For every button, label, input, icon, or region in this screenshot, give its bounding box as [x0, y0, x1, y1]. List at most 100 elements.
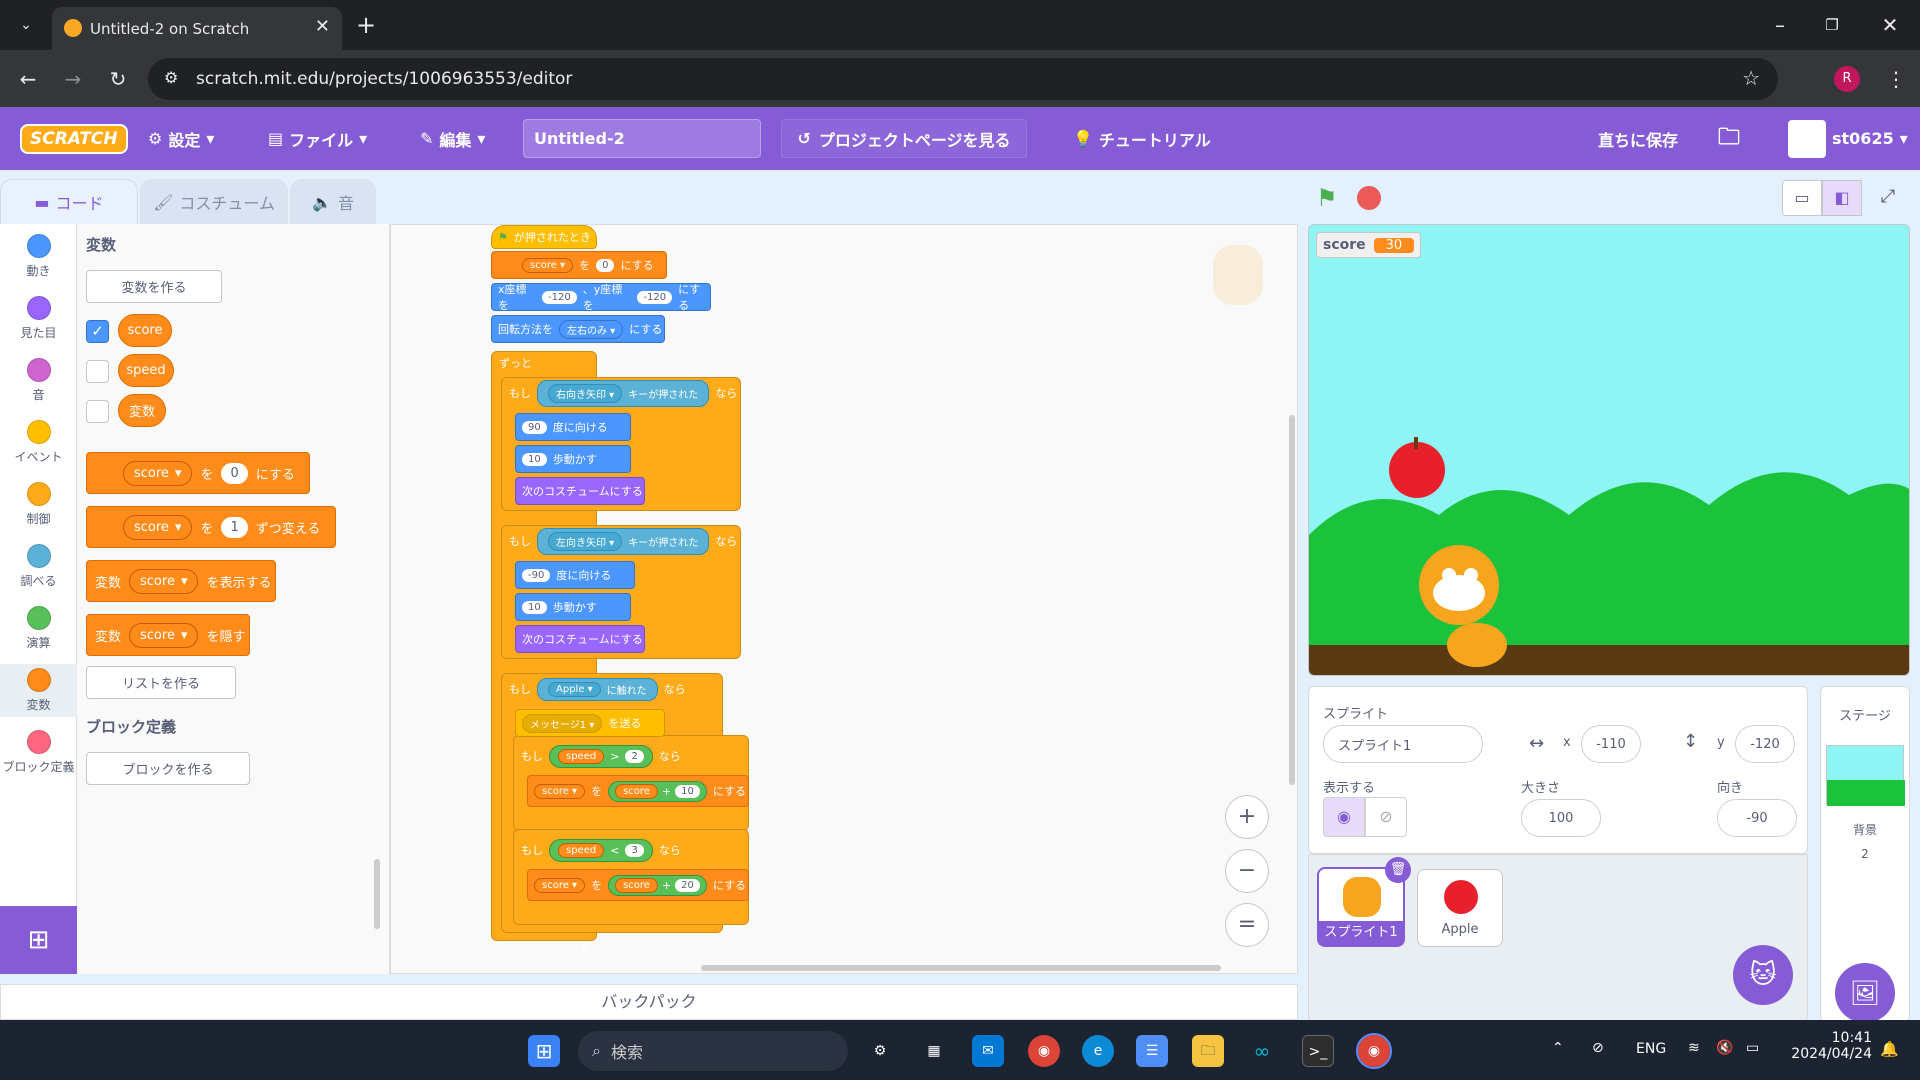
key-pressed-sensing[interactable]: 左向き矢印 ▾ キーが押された: [537, 527, 710, 555]
make-list-button[interactable]: リストを作る: [86, 666, 236, 699]
speed-reporter[interactable]: speed: [118, 354, 174, 387]
variable-dropdown[interactable]: score ▾: [129, 622, 199, 648]
settings-app-icon[interactable]: ⚙: [864, 1035, 896, 1067]
address-bar[interactable]: ⚙ scratch.mit.edu/projects/1006963553/ed…: [148, 58, 1778, 100]
direction-input[interactable]: -90: [1717, 799, 1797, 837]
speed-checkbox[interactable]: [86, 360, 109, 383]
zoom-out-button[interactable]: −: [1225, 849, 1269, 893]
category-control[interactable]: 制御: [0, 482, 77, 527]
browser-menu-icon[interactable]: ⋮: [1876, 59, 1916, 99]
sprite-name-input[interactable]: スプライト1: [1323, 725, 1483, 763]
point-direction-90-block[interactable]: 90 度に向ける: [515, 413, 631, 441]
tab-code[interactable]: ▬ コード: [0, 179, 138, 224]
chrome-profile-app-icon[interactable]: ◉: [1356, 1033, 1392, 1069]
save-now-button[interactable]: 直ちに保存: [1598, 107, 1678, 170]
see-project-page-button[interactable]: ↺ プロジェクトページを見る: [781, 119, 1027, 158]
script-area[interactable]: ⚑ が押されたとき score ▾ を 0 にする x座標を -120 、y座標を -120 に…: [390, 224, 1298, 974]
large-stage-icon[interactable]: ◧: [1822, 180, 1862, 216]
new-tab-icon[interactable]: +: [346, 5, 386, 45]
site-info-icon[interactable]: ⚙: [164, 68, 178, 87]
set-score-add-block[interactable]: score ▾ を score +10 にする: [527, 775, 749, 807]
move-steps-block[interactable]: 10 歩動かす: [515, 445, 631, 473]
category-variables[interactable]: 変数: [0, 664, 77, 717]
choose-sprite-icon[interactable]: 🐱: [1733, 945, 1793, 1005]
stage-selector[interactable]: ステージ 背景 2 🖼: [1820, 686, 1910, 1023]
edit-menu[interactable]: ✎ 編集 ▾: [420, 107, 485, 170]
file-explorer-icon[interactable]: 🗀: [1192, 1035, 1224, 1067]
tab-costumes[interactable]: 🖌 コスチューム: [140, 179, 288, 224]
notification-bell-icon[interactable]: 🔔: [1880, 1040, 1899, 1058]
arduino-app-icon[interactable]: ∞: [1246, 1035, 1278, 1067]
apple-sprite[interactable]: [1389, 442, 1445, 498]
small-stage-icon[interactable]: ▭: [1782, 180, 1822, 216]
category-looks[interactable]: 見た目: [0, 296, 77, 341]
key-pressed-sensing[interactable]: 右向き矢印 ▾ キーが押された: [537, 379, 710, 407]
sprite-thumb-apple[interactable]: Apple: [1417, 869, 1503, 947]
profile-avatar[interactable]: R: [1834, 66, 1860, 92]
category-sensing[interactable]: 調べる: [0, 544, 77, 589]
score-reporter[interactable]: score: [118, 314, 172, 347]
hide-eye-icon[interactable]: ⊘: [1365, 797, 1407, 837]
wifi-icon[interactable]: ≋: [1688, 1040, 1700, 1056]
store-app-icon[interactable]: ▦: [918, 1035, 950, 1067]
close-tab-icon[interactable]: ✕: [315, 16, 330, 37]
touching-sensing[interactable]: Apple ▾ に触れた: [537, 677, 658, 701]
tray-overflow-icon[interactable]: ⌃: [1552, 1040, 1564, 1056]
stop-icon[interactable]: [1357, 186, 1381, 210]
outlook-app-icon[interactable]: ✉: [972, 1035, 1004, 1067]
next-costume-block[interactable]: 次のコスチュームにする: [515, 477, 645, 505]
category-sound[interactable]: 音: [0, 358, 77, 403]
network-off-icon[interactable]: ⊘: [1592, 1040, 1604, 1056]
tutorials-button[interactable]: 💡 チュートリアル: [1073, 107, 1211, 170]
edge-app-icon[interactable]: e: [1082, 1035, 1114, 1067]
greater-than-operator[interactable]: speed >2: [549, 744, 653, 768]
stage[interactable]: [1308, 224, 1910, 676]
variable-checkbox[interactable]: [86, 400, 109, 423]
y-input[interactable]: -120: [1735, 725, 1795, 763]
palette-scrollbar[interactable]: [374, 859, 380, 929]
hide-variable-block[interactable]: 変数 score ▾ を隠す: [86, 614, 250, 656]
next-costume-block[interactable]: 次のコスチュームにする: [515, 625, 645, 653]
category-my-blocks[interactable]: ブロック定義: [0, 730, 77, 775]
show-variable-block[interactable]: 変数 score ▾ を表示する: [86, 560, 276, 602]
notepad-app-icon[interactable]: ☰: [1136, 1035, 1168, 1067]
variable-dropdown[interactable]: score ▾: [129, 568, 199, 594]
file-menu[interactable]: ▤ ファイル ▾: [268, 107, 367, 170]
set-score-block[interactable]: score ▾ を 0 にする: [491, 251, 667, 279]
set-variable-block[interactable]: score ▾ を 0 にする: [86, 452, 310, 494]
settings-menu[interactable]: ⚙ 設定 ▾: [148, 107, 214, 170]
set-score-add-block[interactable]: score ▾ を score +20 にする: [527, 869, 749, 901]
green-flag-icon[interactable]: ⚑: [1316, 184, 1338, 212]
backpack-panel[interactable]: バックパック: [0, 984, 1298, 1020]
restore-icon[interactable]: ❐: [1812, 5, 1852, 45]
category-events[interactable]: イベント: [0, 420, 77, 465]
delete-trash-icon[interactable]: 🗑: [1385, 857, 1411, 883]
value-input[interactable]: 1: [221, 516, 248, 538]
back-icon[interactable]: ←: [8, 59, 48, 99]
variable-dropdown[interactable]: score ▾: [123, 460, 193, 486]
value-input[interactable]: 0: [221, 462, 248, 484]
tab-sounds[interactable]: 🔈 音: [290, 179, 376, 224]
point-direction-minus90-block[interactable]: -90 度に向ける: [515, 561, 635, 589]
browser-tab[interactable]: Untitled-2 on Scratch ✕: [52, 7, 342, 50]
fullscreen-icon[interactable]: ⤢: [1868, 180, 1908, 216]
add-extension-icon[interactable]: ⊞: [0, 906, 77, 974]
reload-icon[interactable]: ↻: [98, 59, 138, 99]
size-input[interactable]: 100: [1521, 799, 1601, 837]
category-motion[interactable]: 動き: [0, 234, 77, 279]
zoom-reset-button[interactable]: =: [1225, 903, 1269, 947]
input-language[interactable]: ENG: [1636, 1041, 1666, 1057]
add-operator[interactable]: score +10: [608, 780, 707, 802]
taskbar-search[interactable]: ⌕ 検索: [578, 1031, 848, 1071]
category-operators[interactable]: 演算: [0, 606, 77, 651]
forward-icon[interactable]: →: [53, 59, 93, 99]
tab-search-icon[interactable]: ⌄: [6, 5, 46, 45]
set-rotation-style-block[interactable]: 回転方法を 左右のみ ▾ にする: [491, 315, 665, 343]
variable-reporter[interactable]: 変数: [118, 394, 166, 427]
sprite-thumb-sprite1[interactable]: スプライト1 🗑: [1317, 857, 1411, 947]
minimize-icon[interactable]: –: [1760, 5, 1800, 45]
move-steps-block[interactable]: 10 歩動かす: [515, 593, 631, 621]
change-variable-block[interactable]: score ▾ を 1 ずつ変える: [86, 506, 336, 548]
show-eye-icon[interactable]: ◉: [1323, 797, 1365, 837]
terminal-app-icon[interactable]: >_: [1302, 1035, 1334, 1067]
